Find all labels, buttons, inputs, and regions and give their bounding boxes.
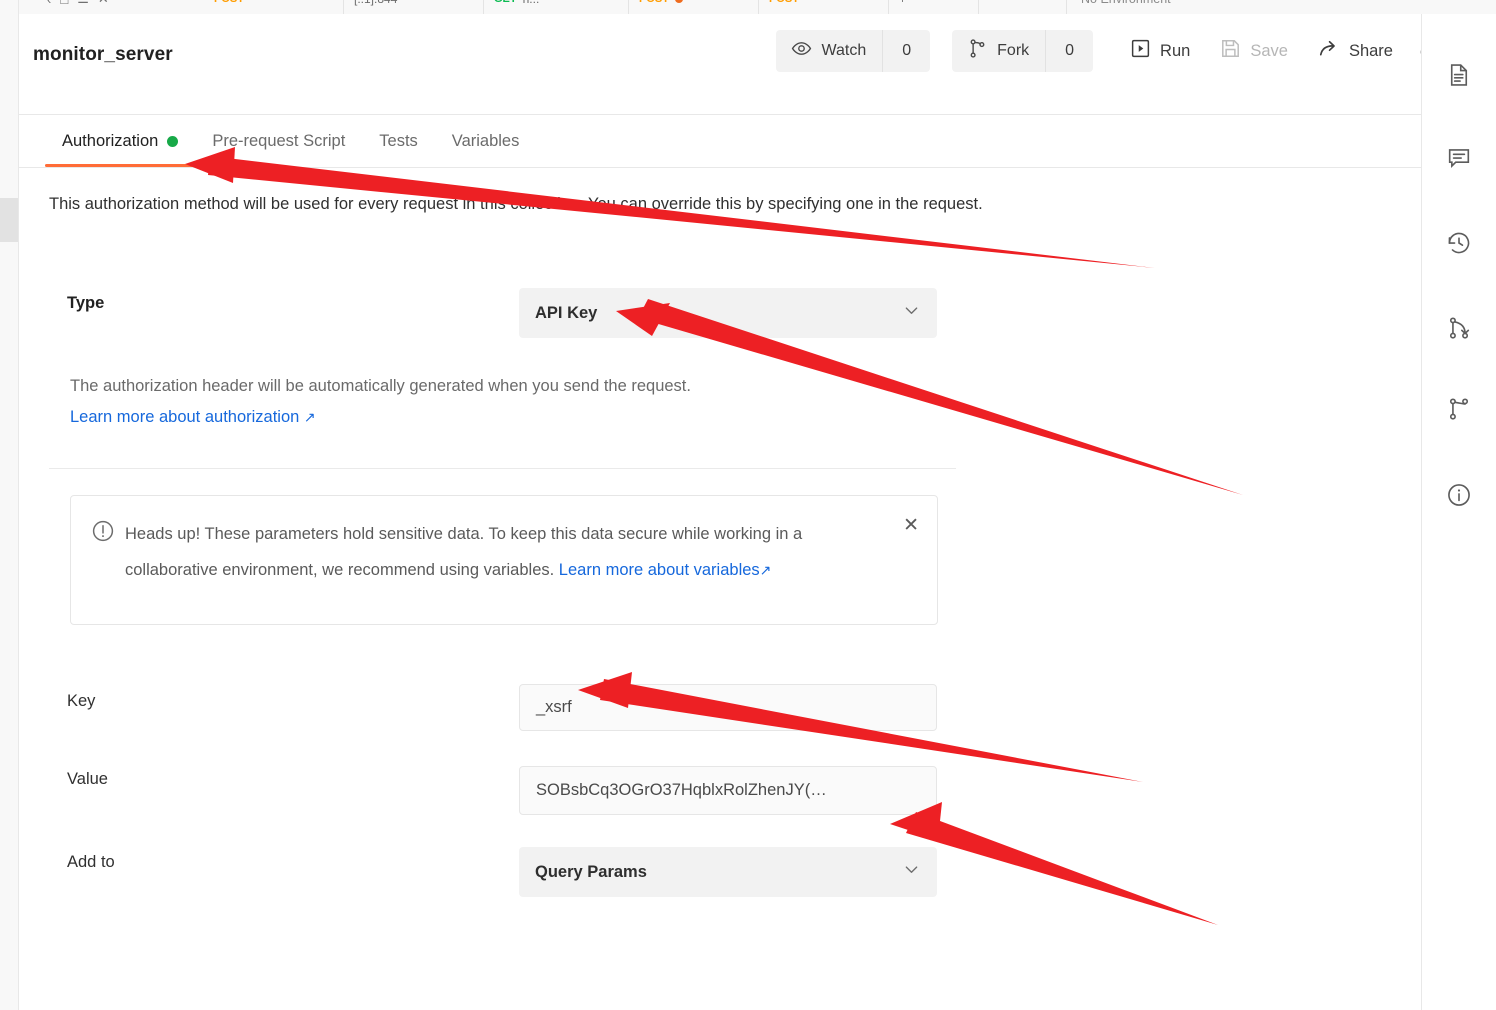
tab-method-label: POST: [214, 0, 244, 5]
type-row-label-wrap: Type: [67, 294, 104, 313]
sensitive-data-banner-text: Heads up! These parameters hold sensitiv…: [125, 516, 885, 588]
sensitive-data-banner: Heads up! These parameters hold sensitiv…: [70, 495, 938, 625]
value-row-label-wrap: Value: [67, 770, 108, 789]
collection-tab-bar[interactable]: Authorization Pre-request Script Tests V…: [19, 115, 1421, 168]
learn-more-authorization-link[interactable]: Learn more about authorization: [70, 408, 299, 426]
authorization-type-value: API Key: [535, 303, 598, 322]
sidebar-scrollbar-thumb[interactable]: [0, 198, 18, 242]
fork-button[interactable]: Fork 0: [952, 30, 1094, 72]
close-icon[interactable]: ✕: [903, 516, 919, 535]
page-title: monitor_server: [33, 44, 173, 65]
watch-label: Watch: [821, 42, 867, 59]
api-key-key-input[interactable]: _xsrf: [519, 684, 937, 731]
tab-authorization[interactable]: Authorization: [45, 115, 196, 167]
authorization-help-text: The authorization header will be automat…: [70, 377, 691, 395]
fork-icon: [967, 38, 988, 64]
chevron-left-icon[interactable]: ‹: [47, 0, 51, 7]
sidebar-scroll-track[interactable]: [0, 0, 18, 1010]
request-tab[interactable]: POST: [629, 0, 759, 14]
info-icon[interactable]: [1442, 478, 1476, 512]
tab-variables[interactable]: Variables: [435, 115, 537, 167]
share-button[interactable]: Share: [1303, 30, 1408, 72]
comments-icon[interactable]: [1442, 141, 1476, 175]
tab-tests-label: Tests: [379, 131, 418, 150]
request-tab-strip[interactable]: ‹ □ ☰ ✕ POST [::1]:844 GET h... POST POS…: [19, 0, 1496, 14]
environment-selector[interactable]: No Environment ⚙: [1066, 0, 1496, 14]
api-key-value-value: SOBsbCq3OGrO37HqblxRolZhenJY(…: [536, 781, 827, 799]
key-row-label-wrap: Key: [67, 692, 95, 711]
tab-variables-label: Variables: [451, 131, 520, 150]
api-key-value-input[interactable]: SOBsbCq3OGrO37HqblxRolZhenJY(…: [519, 766, 937, 815]
share-icon: [1318, 38, 1340, 65]
authorization-type-select[interactable]: API Key: [519, 288, 937, 338]
new-tab-button[interactable]: +: [889, 0, 979, 14]
learn-more-variables-link[interactable]: Learn more about variables: [559, 561, 760, 579]
pull-requests-icon[interactable]: [1442, 311, 1476, 345]
fork-label: Fork: [997, 42, 1030, 59]
tab-title: h...: [523, 0, 540, 6]
share-label: Share: [1348, 41, 1393, 60]
watch-button[interactable]: Watch 0: [776, 30, 931, 72]
close-icon[interactable]: ✕: [98, 0, 109, 7]
header-actions: Watch 0 Fork 0 Run Save Share: [776, 30, 1460, 72]
save-label: Save: [1250, 41, 1288, 60]
postman-collection-authorization-screen: ‹ □ ☰ ✕ POST [::1]:844 GET h... POST POS…: [0, 0, 1496, 1010]
add-to-select[interactable]: Query Params: [519, 847, 937, 897]
request-tab[interactable]: POST: [204, 0, 344, 14]
watch-count[interactable]: 0: [883, 30, 930, 72]
key-label: Key: [67, 692, 96, 710]
alert-circle-icon: [91, 519, 115, 548]
request-tab[interactable]: GET h...: [484, 0, 629, 14]
sidebar-toggle-icon[interactable]: □: [60, 0, 68, 7]
request-tab[interactable]: POST: [759, 0, 889, 14]
tab-title: [::1]:844: [354, 0, 397, 6]
request-tab[interactable]: [::1]:844: [344, 0, 484, 14]
add-to-label: Add to: [67, 853, 115, 871]
tab-unsaved-indicator: [674, 0, 683, 3]
tab-tests[interactable]: Tests: [362, 115, 435, 167]
run-label: Run: [1160, 41, 1191, 60]
plus-icon: +: [899, 0, 906, 6]
authorization-description: This authorization method will be used f…: [49, 195, 983, 213]
fork-button-main[interactable]: Fork: [952, 30, 1047, 72]
type-label: Type: [67, 294, 105, 312]
grid-icon[interactable]: ☰: [77, 0, 89, 7]
chevron-down-icon: [902, 301, 921, 325]
tab-method-label: POST: [639, 0, 669, 5]
watch-button-main[interactable]: Watch: [776, 30, 884, 72]
value-label: Value: [67, 770, 108, 788]
tab-method-label: GET: [494, 0, 517, 5]
documentation-icon[interactable]: [1442, 58, 1476, 92]
play-icon: [1130, 38, 1151, 64]
tab-pre-request-script-label: Pre-request Script: [212, 131, 346, 150]
environment-label: No Environment: [1081, 0, 1171, 6]
eye-icon: [791, 38, 812, 64]
tab-strip-nav-icons[interactable]: ‹ □ ☰ ✕: [47, 0, 109, 14]
active-tab-underline: [45, 164, 196, 167]
save-icon: [1220, 38, 1241, 64]
add-to-value: Query Params: [535, 862, 647, 881]
addto-row-label-wrap: Add to: [67, 853, 115, 872]
section-divider: [49, 468, 956, 469]
history-icon[interactable]: [1442, 226, 1476, 260]
fork-count[interactable]: 0: [1046, 30, 1093, 72]
right-sidebar: [1421, 14, 1496, 1010]
run-button[interactable]: Run: [1115, 30, 1205, 72]
authorization-status-dot: [167, 135, 179, 147]
external-link-arrow-icon[interactable]: ↗: [760, 562, 772, 578]
tab-authorization-label: Authorization: [62, 131, 159, 150]
authorization-panel: This authorization method will be used f…: [19, 168, 1421, 1010]
external-link-arrow-icon[interactable]: ↗: [304, 409, 316, 425]
chevron-down-icon: [902, 860, 921, 884]
authorization-help-link-wrap: Learn more about authorization ↗: [70, 408, 316, 427]
forks-icon[interactable]: [1442, 392, 1476, 426]
save-button[interactable]: Save: [1205, 30, 1303, 72]
tab-pre-request-script[interactable]: Pre-request Script: [195, 115, 362, 167]
api-key-key-value: _xsrf: [536, 698, 572, 716]
tab-method-label: POST: [769, 0, 799, 5]
